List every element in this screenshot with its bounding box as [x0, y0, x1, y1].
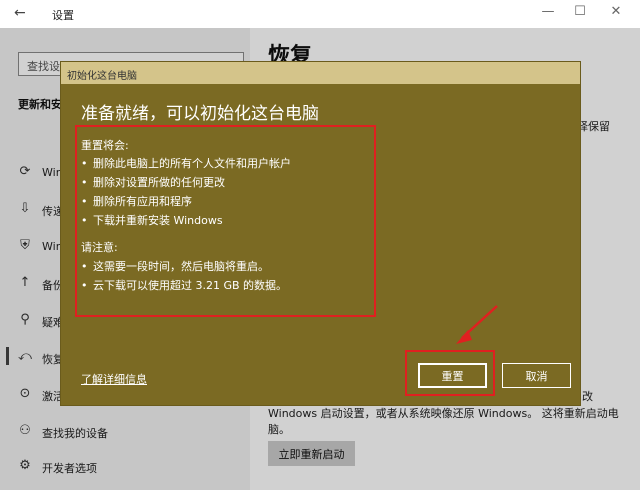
annotation-arrow-icon: [456, 305, 498, 344]
